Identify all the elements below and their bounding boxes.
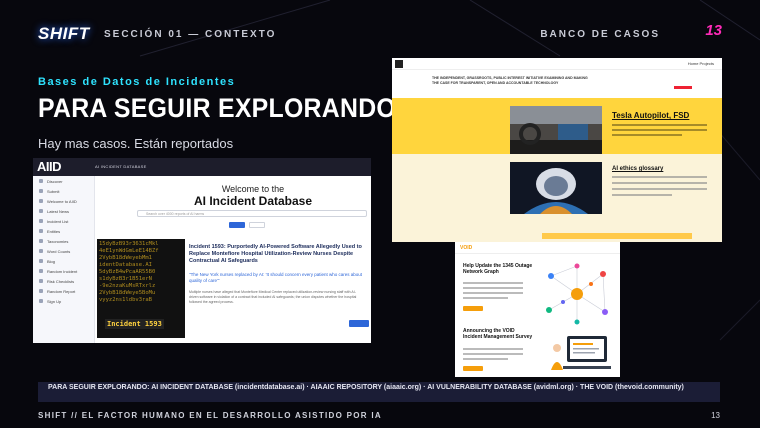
aiid-sidebar-item: Sign Up <box>33 296 94 306</box>
kicker: Bases de Datos de Incidentes <box>38 76 236 88</box>
aiid-incident-image: 15dyBzB93r3631cMkl 4eE1ynWdGmLeE14BZf 2V… <box>97 239 185 338</box>
aiid-sidebar-item: Risk Checklists <box>33 276 94 286</box>
aiaaic-text-line <box>612 182 707 184</box>
void-network-graph <box>546 263 608 325</box>
sources-banner: PARA SEGUIR EXPLORANDO: AI INCIDENT DATA… <box>38 382 720 402</box>
aiid-read-more-button <box>349 320 369 327</box>
aiid-card-title: Incident 1593: Purportedly AI-Powered So… <box>189 244 362 264</box>
aiid-db-name: AI Incident Database <box>193 194 313 208</box>
subtitle: Hay mas casos. Están reportados <box>38 136 234 151</box>
slide-header: SHIFT SECCIÓN 01 — CONTEXTO BANCO DE CAS… <box>0 0 760 56</box>
aiaaic-feature1-title: Tesla Autopilot, FSD <box>612 111 690 120</box>
void-text-line <box>463 358 508 360</box>
aiaaic-text-line <box>612 176 707 178</box>
aiid-incident-tag: Incident 1593 <box>105 319 164 329</box>
section-label: SECCIÓN 01 — CONTEXTO <box>104 29 277 40</box>
aiid-screenshot: AIID AI INCIDENT DATABASE Discover Submi… <box>33 158 371 343</box>
void-button1 <box>463 306 483 311</box>
void-text-line <box>463 353 523 355</box>
aiaaic-hero-text: THE INDEPENDENT, GRASSROOTS, PUBLIC INTE… <box>432 76 588 85</box>
aiaaic-nav: Home Projects <box>687 61 714 66</box>
aiaaic-text-line <box>612 188 707 190</box>
aiid-sidebar-item: Random Report <box>33 286 94 296</box>
aiid-sidebar-item: Discover <box>33 176 94 186</box>
aiid-card-text: Multiple nurses have alleged that Montef… <box>189 290 357 304</box>
aiid-sidebar-item: Submit <box>33 186 94 196</box>
void-screenshot: VOID Help Update the 1345 Outage Network… <box>455 242 620 377</box>
aiaaic-text-line <box>612 134 682 136</box>
void-button2 <box>463 366 483 371</box>
void-text-line <box>463 348 523 350</box>
aiaaic-text-line <box>612 129 707 131</box>
void-survey-illustration <box>551 336 611 370</box>
aiaaic-tesla-photo <box>510 106 602 154</box>
void-text-line <box>463 292 523 294</box>
void-text-line <box>463 287 523 289</box>
aiaaic-screenshot: Home Projects THE INDEPENDENT, GRASSROOT… <box>392 58 722 242</box>
footer-text: SHIFT // EL FACTOR HUMANO EN EL DESARROL… <box>38 411 383 420</box>
aiid-sidebar-item: Random Incident <box>33 266 94 276</box>
aiid-search-button <box>229 222 245 228</box>
aiaaic-bottom-bar <box>542 233 692 239</box>
aiaaic-logo <box>395 60 403 68</box>
page-number-top: 13 <box>705 22 722 39</box>
void-headline2: Announcing the VOID Incident Management … <box>463 328 533 340</box>
aiid-discover-button <box>249 222 265 228</box>
void-logo: VOID <box>460 245 473 251</box>
aiid-top-name: AI INCIDENT DATABASE <box>95 164 147 169</box>
aiid-card-quote: "The New York nurses replaced by AI: 'It… <box>189 272 363 283</box>
aiid-sidebar-item: Welcome to AIID <box>33 196 94 206</box>
aiaaic-feature2-title: AI ethics glossary <box>612 166 664 172</box>
aiid-sidebar: Discover Submit Welcome to AIID Latest N… <box>33 176 95 343</box>
void-text-line <box>463 282 523 284</box>
aiid-sidebar-item: Blog <box>33 256 94 266</box>
aiid-search-input: Search over 4000 reports of AI harms <box>137 210 367 217</box>
footer-page-number: 13 <box>711 411 720 420</box>
void-text-line <box>463 297 508 299</box>
aiid-sidebar-item: Taxonomies <box>33 236 94 246</box>
aiid-sidebar-item: Latest News <box>33 206 94 216</box>
aiid-sidebar-item: Incident List <box>33 216 94 226</box>
page-title: PARA SEGUIR EXPLORANDO <box>38 93 397 123</box>
shift-logo: SHIFT <box>38 24 90 43</box>
aiaaic-text-line <box>612 194 672 196</box>
aiaaic-hero: THE INDEPENDENT, GRASSROOTS, PUBLIC INTE… <box>392 70 722 98</box>
aiid-sidebar-item: Entities <box>33 226 94 236</box>
aiid-logo: AIID <box>37 159 62 174</box>
aiid-sidebar-item: Word Counts <box>33 246 94 256</box>
aiaaic-topbar: Home Projects <box>392 58 722 70</box>
aiaaic-text-line <box>612 124 707 126</box>
void-headline1: Help Update the 1345 Outage Network Grap… <box>463 263 533 275</box>
aiaaic-hero-accent <box>674 86 692 89</box>
aiid-topbar: AIID AI INCIDENT DATABASE <box>33 158 371 176</box>
category-label: BANCO DE CASOS <box>540 29 660 40</box>
aiid-code-text: 15dyBzB93r3631cMkl 4eE1ynWdGmLeE14BZf 2V… <box>99 241 159 303</box>
void-topbar: VOID <box>455 242 620 254</box>
aiaaic-glossary-photo <box>510 162 602 214</box>
aiid-welcome: Welcome to the <box>221 184 285 194</box>
